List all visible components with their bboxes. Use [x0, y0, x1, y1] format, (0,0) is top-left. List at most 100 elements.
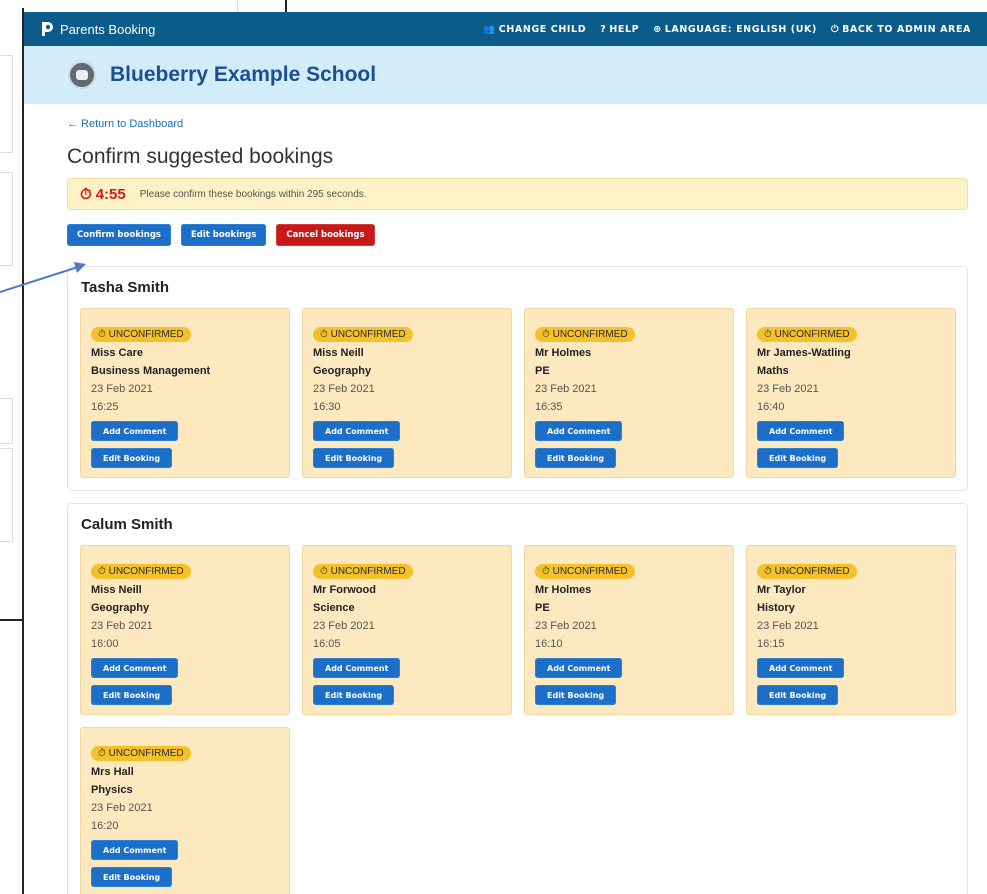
school-name: Blueberry Example School	[110, 63, 377, 86]
booking-date: 23 Feb 2021	[313, 383, 375, 395]
divider	[0, 619, 24, 621]
edit-booking-button[interactable]: Edit Booking	[313, 685, 395, 705]
status-label: UNCONFIRMED	[330, 566, 406, 577]
confirm-bookings-button[interactable]: Confirm bookings	[67, 224, 171, 246]
background-panel	[0, 448, 13, 542]
add-comment-button[interactable]: Add Comment	[313, 658, 401, 678]
parents-booking-window: Parents Booking 👥 CHANGE CHILD ? HELP ⊕ …	[24, 12, 987, 894]
booking-time: 16:40	[757, 401, 785, 413]
add-comment-button[interactable]: Add Comment	[535, 421, 623, 441]
unconfirmed-badge: ⏱ UNCONFIRMED	[91, 746, 191, 761]
subject-name: History	[757, 602, 795, 614]
booking-date: 23 Feb 2021	[757, 383, 819, 395]
school-crest-icon	[68, 61, 96, 89]
status-label: UNCONFIRMED	[108, 748, 184, 759]
unconfirmed-badge: ⏱ UNCONFIRMED	[757, 327, 857, 342]
unconfirmed-badge: ⏱ UNCONFIRMED	[757, 564, 857, 579]
help-link[interactable]: ? HELP	[600, 24, 639, 35]
edit-booking-button[interactable]: Edit Booking	[91, 448, 173, 468]
booking-time: 16:15	[757, 638, 785, 650]
background-panel	[0, 55, 13, 153]
add-comment-button[interactable]: Add Comment	[535, 658, 623, 678]
booking-date: 23 Feb 2021	[313, 620, 375, 632]
teacher-name: Miss Neill	[313, 347, 364, 359]
edit-bookings-button[interactable]: Edit bookings	[180, 224, 267, 246]
change-child-link[interactable]: 👥 CHANGE CHILD	[483, 24, 586, 35]
student-name: Calum Smith	[81, 516, 173, 533]
status-label: UNCONFIRMED	[774, 329, 850, 340]
edit-booking-button[interactable]: Edit Booking	[535, 448, 617, 468]
add-comment-button[interactable]: Add Comment	[313, 421, 401, 441]
page-title: Confirm suggested bookings	[67, 145, 334, 168]
help-icon: ?	[600, 23, 607, 35]
unconfirmed-badge: ⏱ UNCONFIRMED	[535, 327, 635, 342]
edit-booking-button[interactable]: Edit Booking	[313, 448, 395, 468]
school-header: Blueberry Example School	[24, 46, 987, 104]
add-comment-button[interactable]: Add Comment	[91, 658, 179, 678]
booking-card: ⏱ UNCONFIRMED Mr Taylor History 23 Feb 2021…	[746, 545, 956, 715]
add-comment-button[interactable]: Add Comment	[91, 840, 179, 860]
booking-time: 16:35	[535, 401, 563, 413]
stopwatch-icon: ⏱	[542, 566, 553, 577]
countdown-timer: 4:55	[95, 185, 126, 203]
booking-cards: ⏱ UNCONFIRMED Miss Neill Geography 23 Feb 2…	[80, 545, 956, 894]
subject-name: Geography	[313, 365, 372, 377]
parents-booking-logo-icon	[42, 22, 53, 36]
edit-booking-button[interactable]: Edit Booking	[535, 685, 617, 705]
back-to-admin-link[interactable]: ⏻ BACK TO ADMIN AREA	[831, 24, 971, 35]
teacher-name: Miss Neill	[91, 584, 142, 596]
teacher-name: Mr Holmes	[535, 584, 592, 596]
globe-icon: ⊕	[653, 23, 662, 35]
users-icon: 👥	[483, 23, 496, 35]
student-section: Calum Smith ⏱ UNCONFIRMED Miss Neill Geogra…	[67, 503, 968, 894]
booking-time: 16:30	[313, 401, 341, 413]
timer-alert: ⏱ 4:55 Please confirm these bookings wit…	[67, 178, 968, 210]
unconfirmed-badge: ⏱ UNCONFIRMED	[535, 564, 635, 579]
unconfirmed-badge: ⏱ UNCONFIRMED	[91, 564, 191, 579]
status-label: UNCONFIRMED	[552, 329, 628, 340]
unconfirmed-badge: ⏱ UNCONFIRMED	[91, 327, 191, 342]
top-nav-links: 👥 CHANGE CHILD ? HELP ⊕ LANGUAGE: ENGLIS…	[483, 24, 971, 35]
stopwatch-icon: ⏱	[98, 566, 109, 577]
stopwatch-icon: ⏱	[542, 329, 553, 340]
cancel-bookings-button[interactable]: Cancel bookings	[276, 224, 375, 246]
stopwatch-icon: ⏱	[98, 748, 109, 759]
booking-time: 16:05	[313, 638, 341, 650]
teacher-name: Mr Taylor	[757, 584, 806, 596]
booking-date: 23 Feb 2021	[91, 383, 153, 395]
unconfirmed-badge: ⏱ UNCONFIRMED	[313, 327, 413, 342]
teacher-name: Miss Care	[91, 347, 143, 359]
stopwatch-icon: ⏱	[98, 329, 109, 340]
add-comment-button[interactable]: Add Comment	[91, 421, 179, 441]
background-panel	[0, 172, 13, 266]
top-navigation-bar: Parents Booking 👥 CHANGE CHILD ? HELP ⊕ …	[24, 12, 987, 46]
booking-date: 23 Feb 2021	[91, 620, 153, 632]
booking-date: 23 Feb 2021	[535, 383, 597, 395]
language-label: LANGUAGE: ENGLISH (UK)	[664, 23, 817, 35]
back-to-admin-label: BACK TO ADMIN AREA	[842, 23, 971, 35]
edit-booking-button[interactable]: Edit Booking	[757, 448, 839, 468]
teacher-name: Mr Holmes	[535, 347, 592, 359]
status-label: UNCONFIRMED	[552, 566, 628, 577]
change-child-label: CHANGE CHILD	[498, 23, 587, 35]
booking-card: ⏱ UNCONFIRMED Mr Holmes PE 23 Feb 2021 16:35…	[524, 308, 734, 478]
edit-booking-button[interactable]: Edit Booking	[91, 867, 173, 887]
booking-time: 16:25	[91, 401, 119, 413]
edit-booking-button[interactable]: Edit Booking	[91, 685, 173, 705]
alert-message: Please confirm these bookings within 295…	[139, 188, 367, 200]
add-comment-button[interactable]: Add Comment	[757, 658, 845, 678]
booking-time: 16:10	[535, 638, 563, 650]
teacher-name: Mr Forwood	[313, 584, 376, 596]
edit-booking-button[interactable]: Edit Booking	[757, 685, 839, 705]
subject-name: PE	[535, 365, 550, 377]
student-section: Tasha Smith ⏱ UNCONFIRMED Miss Care Busines…	[67, 266, 968, 491]
brand-name: Parents Booking	[60, 21, 156, 37]
student-name: Tasha Smith	[81, 279, 170, 296]
background-panel	[0, 398, 13, 444]
return-to-dashboard-link[interactable]: ← Return to Dashboard	[67, 118, 968, 133]
add-comment-button[interactable]: Add Comment	[757, 421, 845, 441]
language-link[interactable]: ⊕ LANGUAGE: ENGLISH (UK)	[653, 24, 817, 35]
booking-card: ⏱ UNCONFIRMED Mr Forwood Science 23 Feb 202…	[302, 545, 512, 715]
brand[interactable]: Parents Booking	[40, 21, 155, 37]
booking-cards: ⏱ UNCONFIRMED Miss Care Business Managemen…	[80, 308, 956, 478]
